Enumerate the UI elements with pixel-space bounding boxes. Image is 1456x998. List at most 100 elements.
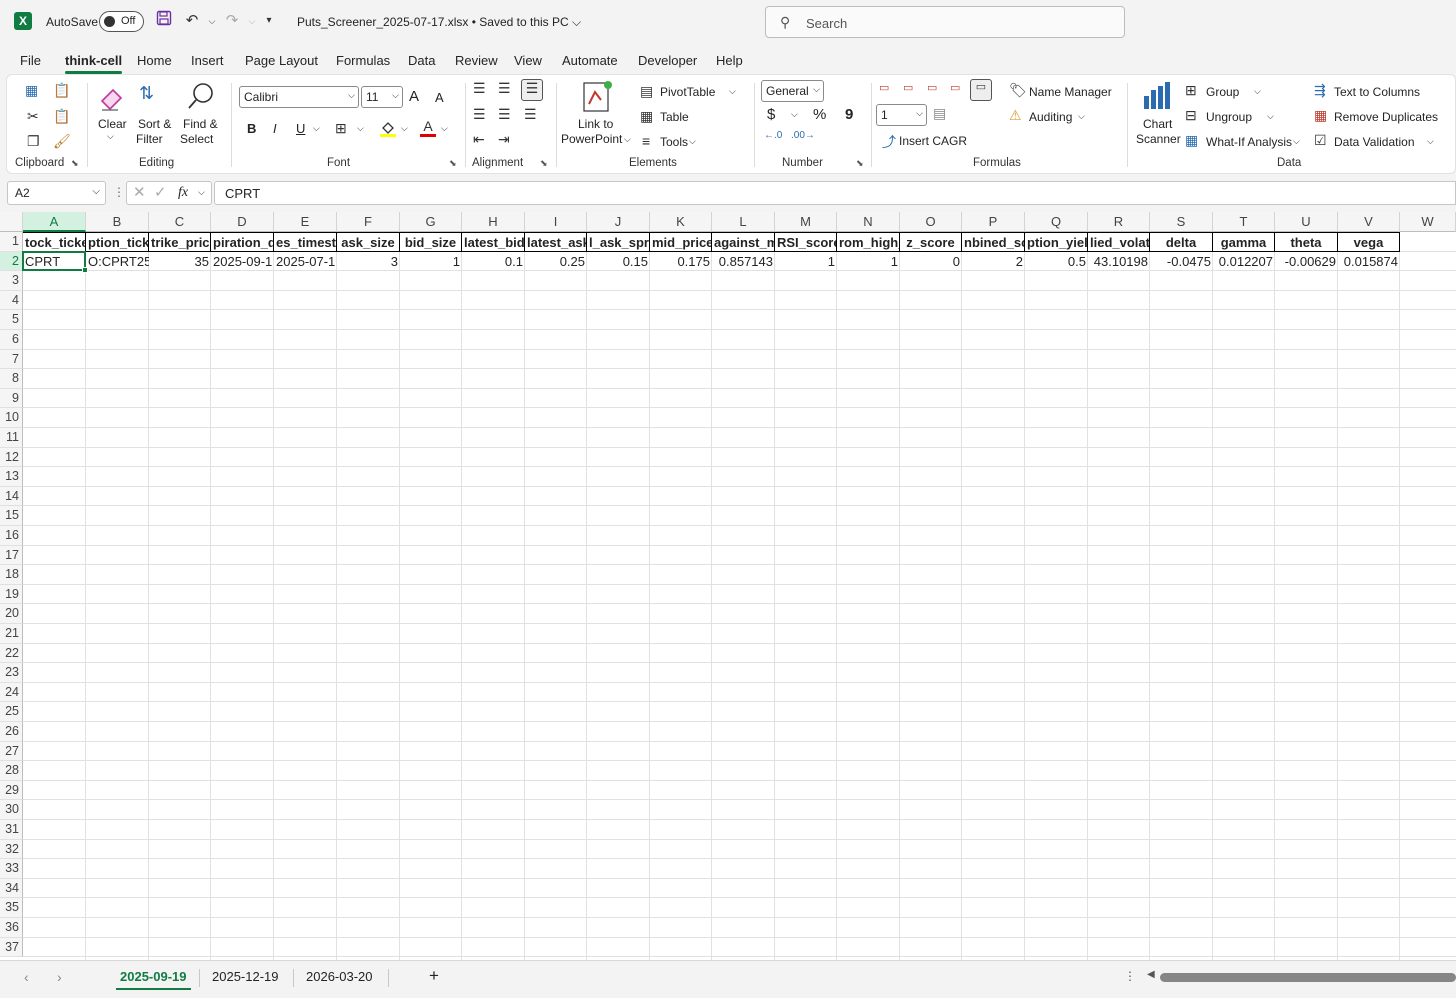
column-header[interactable]: O	[900, 212, 962, 232]
column-header[interactable]: B	[86, 212, 149, 232]
data-validation-icon[interactable]: ☑	[1314, 132, 1327, 149]
function-dropdown-icon[interactable]: ⌵	[198, 187, 205, 198]
pivottable-button[interactable]: PivotTable	[660, 85, 715, 99]
tab-help[interactable]: Help	[716, 53, 743, 68]
row-header[interactable]: 27	[0, 741, 23, 762]
header-cell[interactable]: rom_high_	[837, 232, 900, 252]
text-to-columns-button[interactable]: Text to Columns	[1334, 85, 1420, 99]
undo-icon[interactable]: ↶	[181, 10, 203, 32]
pivottable-dropdown-icon[interactable]: ⌵	[729, 86, 736, 97]
row-header[interactable]: 4	[0, 290, 23, 311]
number-format-combo[interactable]: General ⌵	[761, 80, 824, 102]
currency-button[interactable]: $	[767, 106, 775, 123]
data-cell[interactable]: 0.25	[525, 252, 587, 272]
insert-function-button[interactable]: fx	[178, 185, 188, 201]
find-select-label-2[interactable]: Select	[180, 132, 213, 146]
column-header[interactable]: W	[1400, 212, 1456, 232]
column-header[interactable]: S	[1150, 212, 1213, 232]
font-color-dropdown-icon[interactable]: ⌵	[441, 123, 448, 134]
remove-duplicates-icon[interactable]: ▦	[1314, 107, 1327, 124]
insert-cagr-icon[interactable]: ⤴	[882, 132, 896, 152]
header-cell[interactable]: es_timest	[274, 232, 337, 252]
currency-dropdown-icon[interactable]: ⌵	[791, 109, 798, 120]
tab-file[interactable]: File	[20, 53, 41, 68]
sort-filter-label[interactable]: Sort &	[138, 117, 171, 131]
fill-handle[interactable]	[82, 267, 88, 274]
think-cell-round-icon[interactable]: ▭	[879, 81, 889, 94]
link-to-powerpoint-label-2[interactable]: PowerPoint	[561, 132, 622, 146]
column-header[interactable]: Q	[1025, 212, 1088, 232]
row-header[interactable]: 24	[0, 682, 23, 703]
redo-icon[interactable]: ↷	[221, 10, 243, 32]
row-header[interactable]: 16	[0, 526, 23, 546]
underline-dropdown-icon[interactable]: ⌵	[313, 123, 320, 134]
insert-cagr-button[interactable]: Insert CAGR	[899, 134, 967, 148]
column-header[interactable]: M	[775, 212, 837, 232]
sheet-tab-2026-03-20[interactable]: 2026-03-20	[306, 969, 373, 984]
font-color-icon[interactable]: A	[419, 118, 437, 137]
align-right-icon[interactable]: ☰	[524, 106, 537, 123]
row-header[interactable]: 10	[0, 408, 23, 428]
header-cell[interactable]: gamma	[1213, 232, 1275, 252]
customize-toolbar-icon[interactable]: ▾	[258, 10, 280, 32]
row-header[interactable]: 31	[0, 820, 23, 840]
header-cell[interactable]: z_score	[900, 232, 962, 252]
auditing-button[interactable]: Auditing	[1029, 110, 1072, 124]
think-cell-rounddown-icon[interactable]: ▭	[927, 81, 937, 94]
autosave-toggle[interactable]: Off	[99, 11, 144, 32]
row-header[interactable]: 18	[0, 565, 23, 585]
header-cell[interactable]: against_m	[712, 232, 775, 252]
name-manager-button[interactable]: Name Manager	[1029, 85, 1112, 99]
data-cell[interactable]: 0.15	[587, 252, 650, 272]
what-if-dropdown-icon[interactable]: ⌵	[1293, 136, 1300, 147]
column-header[interactable]: K	[650, 212, 712, 232]
think-cell-format-icon[interactable]: ▭	[970, 79, 992, 101]
chart-scanner-icon[interactable]	[1141, 80, 1173, 112]
font-launcher-icon[interactable]: ⬊	[449, 158, 457, 169]
header-cell[interactable]: piration_d	[211, 232, 274, 252]
data-cell[interactable]: 1	[837, 252, 900, 272]
tools-icon[interactable]: ≡	[642, 133, 650, 149]
shrink-font-button[interactable]: A	[435, 90, 444, 105]
grow-font-button[interactable]: A	[409, 88, 419, 105]
scroll-left-icon[interactable]: ◀	[1147, 969, 1155, 980]
decrease-decimal-icon[interactable]: .00→	[791, 130, 815, 141]
tab-developer[interactable]: Developer	[638, 53, 697, 68]
header-cell[interactable]: ask_size	[337, 232, 400, 252]
row-header[interactable]: 21	[0, 624, 23, 644]
tab-think-cell[interactable]: think-cell	[65, 53, 123, 74]
row-header[interactable]: 11	[0, 428, 23, 448]
column-header[interactable]: F	[337, 212, 400, 232]
percent-button[interactable]: %	[813, 106, 826, 123]
font-size-combo[interactable]: 11 ⌵	[361, 86, 403, 108]
column-header[interactable]: U	[1275, 212, 1338, 232]
data-cell[interactable]: 0.857143	[712, 252, 775, 272]
row-header[interactable]: 5	[0, 310, 23, 330]
think-cell-roundto-icon[interactable]: ▭	[950, 81, 960, 94]
row-header[interactable]: 2	[0, 251, 23, 272]
increase-decimal-icon[interactable]: ←.0	[764, 130, 782, 141]
next-sheet-icon[interactable]: ›	[57, 969, 62, 985]
comma-style-button[interactable]: 9	[845, 106, 853, 123]
group-dropdown-icon[interactable]: ⌵	[1254, 86, 1261, 97]
column-header[interactable]: H	[462, 212, 525, 232]
data-validation-dropdown-icon[interactable]: ⌵	[1427, 136, 1434, 147]
data-cell[interactable]: 0.1	[462, 252, 525, 272]
data-cell[interactable]: 0.012207	[1213, 252, 1275, 272]
increase-indent-icon[interactable]: ⇥	[498, 131, 510, 148]
borders-icon[interactable]: ⊞	[335, 120, 347, 137]
header-cell[interactable]: RSI_score	[775, 232, 837, 252]
row-header[interactable]: 33	[0, 859, 23, 879]
paste-icon[interactable]: 📋	[53, 82, 70, 99]
data-cell[interactable]: 0.175	[650, 252, 712, 272]
undo-dropdown-icon[interactable]: ⌵	[201, 10, 223, 32]
header-cell[interactable]: latest_ask	[525, 232, 587, 252]
sheet-tab-2025-09-19[interactable]: 2025-09-19	[116, 969, 190, 990]
column-header[interactable]: T	[1213, 212, 1275, 232]
decimal-places-combo[interactable]: 1 ⌵	[876, 104, 927, 126]
ungroup-button[interactable]: Ungroup	[1206, 110, 1252, 124]
clear-dropdown-icon[interactable]: ⌵	[107, 131, 114, 142]
tab-automate[interactable]: Automate	[562, 53, 618, 68]
header-cell[interactable]: ption_ticke	[86, 232, 149, 252]
column-header[interactable]: R	[1088, 212, 1150, 232]
